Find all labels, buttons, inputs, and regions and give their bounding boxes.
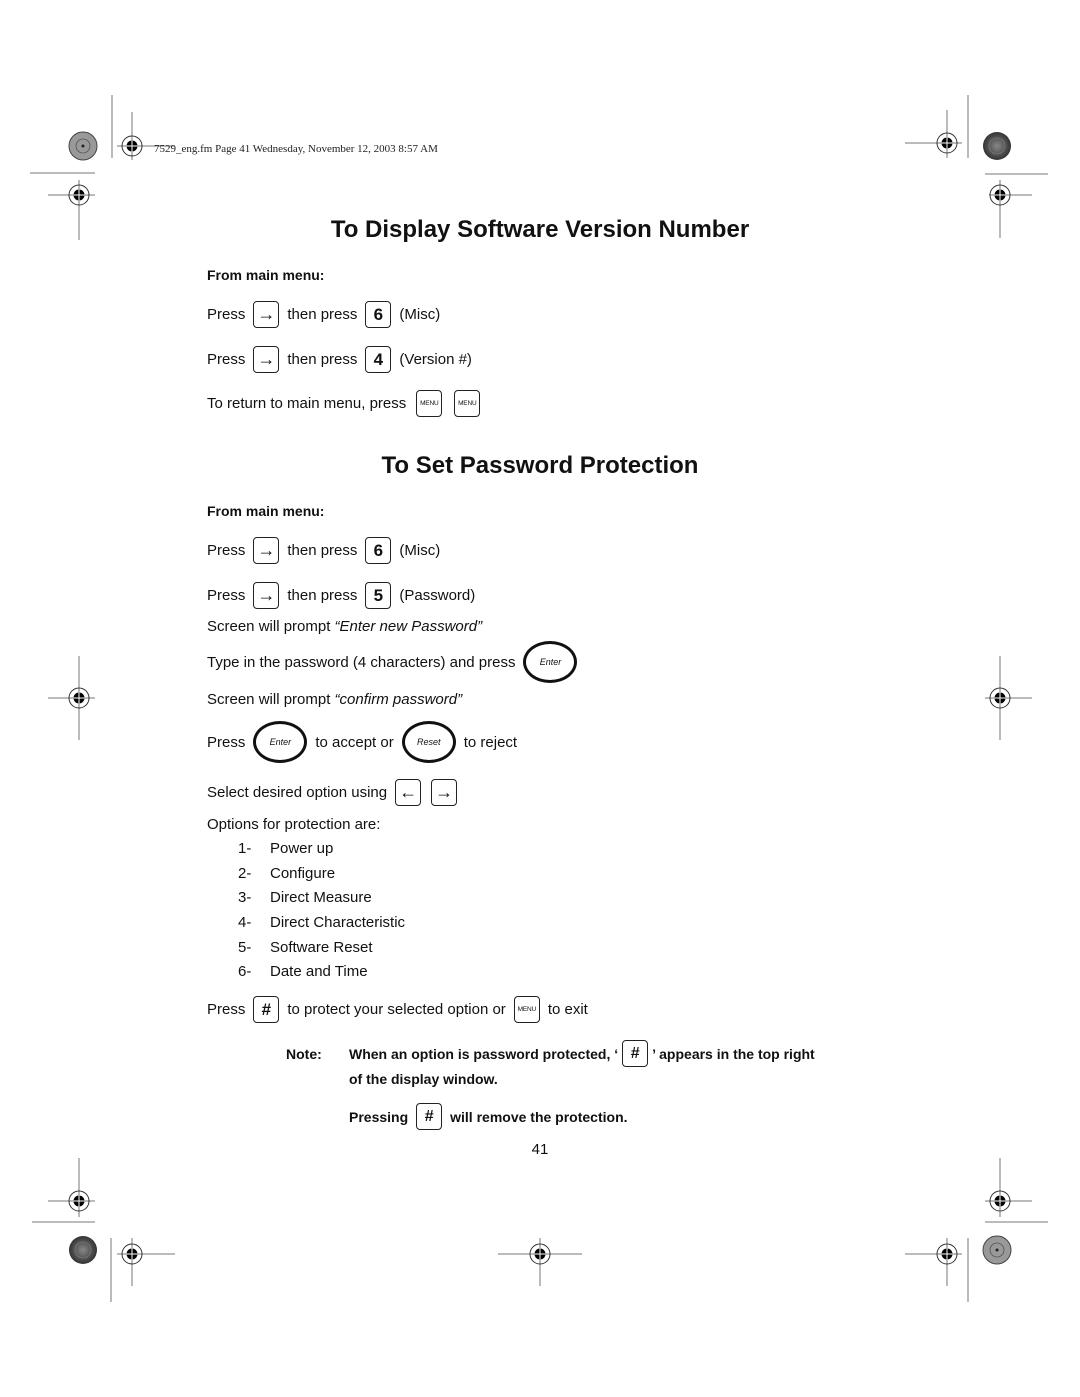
hash-key-icon: # [253, 996, 280, 1023]
right-arrow-key-icon: → [253, 537, 280, 564]
accept-text: Press [207, 733, 246, 751]
menu-key-icon: MENU [513, 996, 540, 1023]
accept-text: to reject [463, 733, 518, 751]
right-arrow-key-icon: → [431, 779, 458, 806]
enter-key-icon: Enter [253, 721, 308, 763]
step-row: Press → then press 6 (Misc) [207, 301, 440, 328]
from-main-menu-label: From main menu: [207, 503, 325, 519]
starburst-mark [68, 131, 98, 161]
prompt-confirm-password: Screen will prompt “confirm password” [207, 691, 462, 708]
prompt-enter-password: Screen will prompt “Enter new Password” [207, 618, 482, 635]
color-disc-mark [983, 132, 1011, 160]
section-title-software-version: To Display Software Version Number [330, 216, 750, 243]
step-text: Press [207, 587, 246, 604]
option-label: Power up [270, 840, 334, 857]
step-text: (Misc) [399, 306, 441, 323]
step-row: Press → then press 6 (Misc) [207, 537, 440, 564]
select-text: Select desired option using [207, 784, 388, 801]
menu-key-icon: MENU [416, 390, 443, 417]
accept-text: to accept or [315, 733, 394, 751]
protect-text: to exit [547, 1001, 588, 1018]
note-line-1: Note: When an option is password protect… [286, 1040, 815, 1067]
right-arrow-key-icon: → [253, 346, 280, 373]
list-item: 4- Direct Characteristic [238, 914, 405, 939]
list-item: 1- Power up [238, 840, 405, 865]
note-text: When an option is password protected, ‘ [349, 1045, 619, 1062]
key-5-icon: 5 [365, 582, 392, 609]
option-number: 3- [238, 889, 252, 907]
step-text: Press [207, 351, 246, 368]
step-text: Press [207, 542, 246, 559]
key-4-icon: 4 [365, 346, 392, 373]
type-password-text: Type in the password (4 characters) and … [207, 653, 516, 671]
option-label: Direct Characteristic [270, 914, 406, 932]
step-text: then press [287, 351, 358, 368]
note-line-3: Pressing # will remove the protection. [349, 1103, 628, 1130]
prompt-text: Screen will prompt [207, 618, 335, 635]
list-item: 3- Direct Measure [238, 889, 405, 914]
step-row: Press → then press 4 (Version #) [207, 346, 472, 373]
right-arrow-key-icon: → [253, 582, 280, 609]
enter-key-icon: Enter [523, 641, 578, 683]
option-number: 1- [238, 840, 252, 857]
step-text: then press [287, 542, 358, 559]
note-text: Pressing [349, 1108, 409, 1125]
right-arrow-key-icon: → [253, 301, 280, 328]
option-label: Software Reset [270, 938, 373, 956]
note-label: Note: [286, 1045, 322, 1062]
hash-key-icon: # [622, 1040, 649, 1067]
list-item: 2- Configure [238, 865, 405, 890]
step-text: (Misc) [399, 542, 441, 559]
options-list: 1- Power up 2- Configure 3- Direct Measure … [238, 840, 405, 988]
step-text: (Version #) [399, 351, 472, 368]
from-main-menu-label: From main menu: [207, 267, 325, 283]
option-number: 4- [238, 914, 252, 932]
accept-reject-row: Press Enter to accept or Reset to reject [207, 721, 517, 763]
list-item: 5- Software Reset [238, 939, 405, 964]
type-password-row: Type in the password (4 characters) and … [207, 641, 585, 683]
key-6-icon: 6 [365, 537, 392, 564]
options-intro: Options for protection are: [207, 816, 381, 833]
option-number: 2- [238, 864, 252, 882]
note-line-2: of the display window. [349, 1071, 498, 1087]
reset-key-icon: Reset [401, 721, 456, 763]
menu-key-icon: MENU [454, 390, 481, 417]
return-text: To return to main menu, press [207, 395, 407, 412]
file-header: 7529_eng.fm Page 41 Wednesday, November … [154, 143, 438, 155]
option-label: Direct Measure [270, 889, 372, 907]
step-text: then press [287, 587, 358, 604]
prompt-quote: “Enter new Password” [334, 618, 483, 635]
list-item: 6- Date and Time [238, 963, 405, 988]
option-label: Date and Time [270, 963, 368, 981]
protect-row: Press # to protect your selected option … [207, 996, 588, 1023]
step-text: (Password) [399, 587, 476, 604]
option-label: Configure [270, 864, 336, 882]
starburst-mark [982, 1235, 1012, 1265]
hash-key-icon: # [416, 1103, 443, 1130]
option-number: 5- [238, 938, 252, 956]
prompt-quote: “confirm password” [334, 691, 463, 708]
note-text: will remove the protection. [450, 1108, 628, 1125]
protect-text: Press [207, 1001, 246, 1018]
step-text: then press [287, 306, 358, 323]
prompt-text: Screen will prompt [207, 691, 335, 708]
page-number: 41 [531, 1141, 549, 1158]
color-disc-mark [69, 1236, 97, 1264]
step-text: Press [207, 306, 246, 323]
select-option-row: Select desired option using ← → [207, 779, 465, 806]
option-number: 6- [238, 963, 252, 981]
protect-text: to protect your selected option or [287, 1001, 506, 1018]
return-row: To return to main menu, press MENU MENU [207, 390, 488, 417]
note-text: ’ appears in the top right [652, 1045, 815, 1062]
key-6-icon: 6 [365, 301, 392, 328]
step-row: Press → then press 5 (Password) [207, 582, 475, 609]
section-title-password-protection: To Set Password Protection [381, 452, 699, 479]
left-arrow-key-icon: ← [395, 779, 422, 806]
registration-marks [30, 95, 1048, 1302]
